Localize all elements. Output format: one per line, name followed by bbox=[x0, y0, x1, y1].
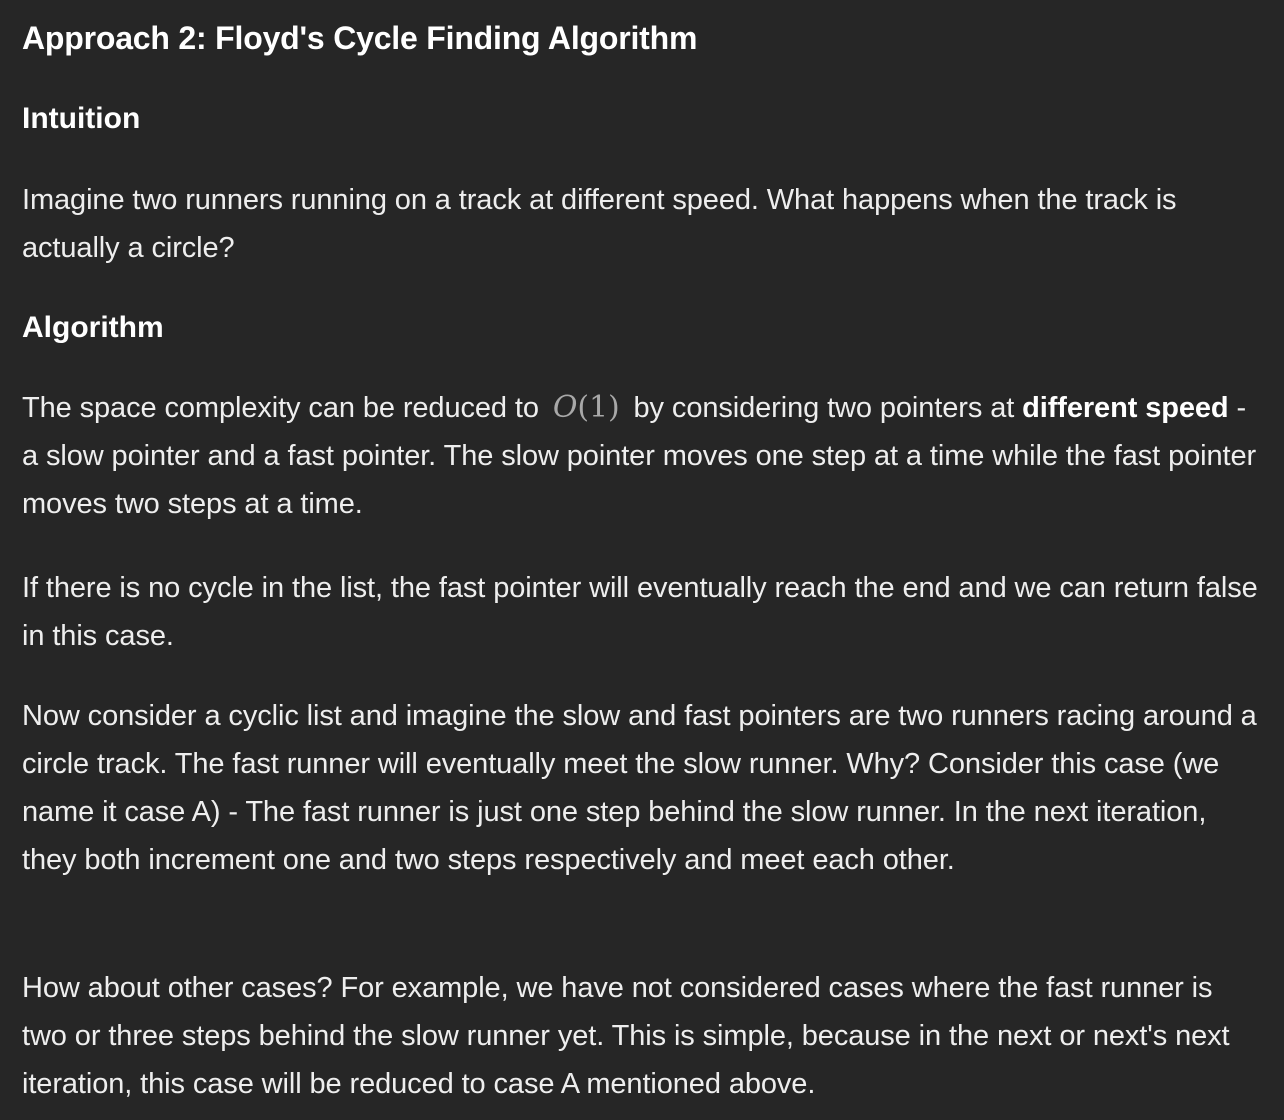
intuition-paragraph: Imagine two runners running on a track a… bbox=[22, 184, 1177, 264]
intuition-heading: Intuition bbox=[22, 102, 141, 135]
math-letter: O bbox=[552, 390, 578, 425]
math-argument: (1) bbox=[577, 390, 620, 425]
algorithm-paragraph-3: Now consider a cyclic list and imagine t… bbox=[22, 700, 1257, 876]
text-segment: The space complexity can be reduced to bbox=[22, 392, 539, 424]
page-title: Approach 2: Floyd's Cycle Finding Algori… bbox=[22, 20, 698, 56]
algorithm-paragraph-4: How about other cases? For example, we h… bbox=[22, 972, 1230, 1100]
article: Approach 2: Floyd's Cycle Finding Algori… bbox=[0, 0, 1284, 1120]
algorithm-paragraph-2: If there is no cycle in the list, the fa… bbox=[22, 572, 1258, 652]
bold-phrase: different speed bbox=[1022, 392, 1229, 424]
big-o-math: O(1) bbox=[547, 390, 626, 425]
text-segment: by considering two pointers at bbox=[633, 392, 1015, 424]
algorithm-heading: Algorithm bbox=[22, 311, 164, 344]
algorithm-paragraph-1: The space complexity can be reduced to O… bbox=[22, 384, 1260, 528]
